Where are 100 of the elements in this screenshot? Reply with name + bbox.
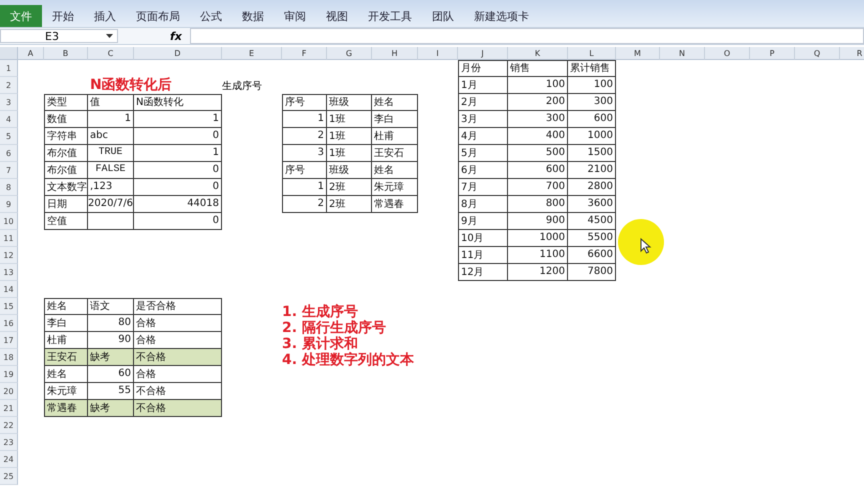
ribbon-tab[interactable]: 新建选项卡 [464, 5, 539, 27]
row-header[interactable]: 15 [0, 298, 18, 315]
row-header[interactable]: 22 [0, 417, 18, 434]
column-header[interactable]: C [88, 47, 134, 60]
column-header[interactable]: O [705, 47, 750, 60]
table-cell: 6600 [568, 247, 616, 264]
table-cell: 序号 [282, 94, 327, 111]
row-header[interactable]: 12 [0, 247, 18, 264]
column-header[interactable]: F [282, 47, 327, 60]
row-header[interactable]: 2 [0, 77, 18, 94]
table-cell: 11月 [458, 247, 508, 264]
ribbon-tab[interactable]: 公式 [190, 5, 232, 27]
row-header[interactable]: 7 [0, 162, 18, 179]
table-cell: 杜甫 [44, 332, 88, 349]
row-header[interactable]: 24 [0, 451, 18, 468]
column-header[interactable]: E [222, 47, 282, 60]
table-cell: 200 [508, 94, 568, 111]
table-cell: 2020/7/6 [88, 196, 134, 213]
table-cell: 3月 [458, 111, 508, 128]
row-header[interactable]: 6 [0, 145, 18, 162]
ribbon-tab[interactable]: 视图 [316, 5, 358, 27]
table-cell: 姓名 [44, 298, 88, 315]
table-cell: 值 [88, 94, 134, 111]
table-cell: 100 [568, 77, 616, 94]
insert-function-button[interactable]: fx [170, 30, 184, 42]
table-cell: 空值 [44, 213, 88, 230]
formula-input[interactable] [190, 28, 864, 44]
table-cell: 2800 [568, 179, 616, 196]
row-header[interactable]: 5 [0, 128, 18, 145]
column-header[interactable]: A [18, 47, 44, 60]
select-all-corner[interactable] [0, 47, 18, 60]
row-header[interactable]: 19 [0, 366, 18, 383]
column-header[interactable]: K [508, 47, 568, 60]
column-header[interactable]: B [44, 47, 88, 60]
table-cell: 类型 [44, 94, 88, 111]
ribbon-tab[interactable]: 开发工具 [358, 5, 422, 27]
row-header[interactable]: 11 [0, 230, 18, 247]
row-header[interactable]: 4 [0, 111, 18, 128]
table-cell: 2班 [327, 196, 372, 213]
table-cell: 王安石 [44, 349, 88, 366]
column-header[interactable]: M [616, 47, 660, 60]
column-header[interactable]: G [327, 47, 372, 60]
table-cell: 缺考 [88, 400, 134, 417]
table-cell: 1200 [508, 264, 568, 281]
note-line: 3. 累计求和 [282, 336, 358, 352]
column-header[interactable]: L [568, 47, 616, 60]
column-header[interactable]: P [750, 47, 795, 60]
column-header[interactable]: J [458, 47, 508, 60]
row-header[interactable]: 20 [0, 383, 18, 400]
row-header[interactable]: 3 [0, 94, 18, 111]
sheet-heading: N函数转化后 [89, 77, 173, 94]
row-header[interactable]: 1 [0, 60, 18, 77]
table-cell: 2班 [327, 179, 372, 196]
table-cell: 不合格 [134, 349, 222, 366]
table-cell: 300 [508, 111, 568, 128]
table-cell: 0 [134, 128, 222, 145]
ribbon-tab[interactable]: 数据 [232, 5, 274, 27]
ribbon-tab[interactable]: 页面布局 [126, 5, 190, 27]
column-header[interactable]: I [418, 47, 458, 60]
ribbon-tab[interactable]: 团队 [422, 5, 464, 27]
row-header[interactable]: 17 [0, 332, 18, 349]
row-header[interactable]: 8 [0, 179, 18, 196]
file-tab[interactable]: 文件 [0, 5, 42, 27]
table-cell: 文本数字 [44, 179, 88, 196]
row-header[interactable]: 13 [0, 264, 18, 281]
cell-text: 生成序号 [222, 80, 263, 94]
table-cell: 合格 [134, 366, 222, 383]
table-cell: 1班 [327, 111, 372, 128]
table-cell: 姓名 [372, 162, 418, 179]
row-header[interactable]: 14 [0, 281, 18, 298]
column-header[interactable]: Q [795, 47, 840, 60]
row-header[interactable]: 25 [0, 468, 18, 485]
table-cell: 序号 [282, 162, 327, 179]
ribbon-tab[interactable]: 开始 [42, 5, 84, 27]
row-header[interactable]: 16 [0, 315, 18, 332]
table-cell: 4500 [568, 213, 616, 230]
ribbon-tab[interactable]: 插入 [84, 5, 126, 27]
table-cell: 1100 [508, 247, 568, 264]
table-cell: 4月 [458, 128, 508, 145]
table-cell: 累计销售 [568, 60, 616, 77]
row-header[interactable]: 21 [0, 400, 18, 417]
table-cell: 500 [508, 145, 568, 162]
table-cell: 不合格 [134, 400, 222, 417]
row-header[interactable]: 9 [0, 196, 18, 213]
caret-icon [106, 34, 113, 38]
table-cell: 1 [88, 111, 134, 128]
column-header[interactable]: N [660, 47, 705, 60]
table-cell: 1班 [327, 128, 372, 145]
table-cell: 0 [134, 162, 222, 179]
table-cell: abc [88, 128, 134, 145]
row-header[interactable]: 10 [0, 213, 18, 230]
table-cell: 1月 [458, 77, 508, 94]
column-header[interactable]: H [372, 47, 418, 60]
row-header[interactable]: 18 [0, 349, 18, 366]
row-header[interactable]: 23 [0, 434, 18, 451]
column-header[interactable]: D [134, 47, 222, 60]
column-header[interactable]: R [840, 47, 864, 60]
ribbon-tab[interactable]: 审阅 [274, 5, 316, 27]
table-cell: 杜甫 [372, 128, 418, 145]
name-box[interactable]: E3 [0, 29, 118, 43]
